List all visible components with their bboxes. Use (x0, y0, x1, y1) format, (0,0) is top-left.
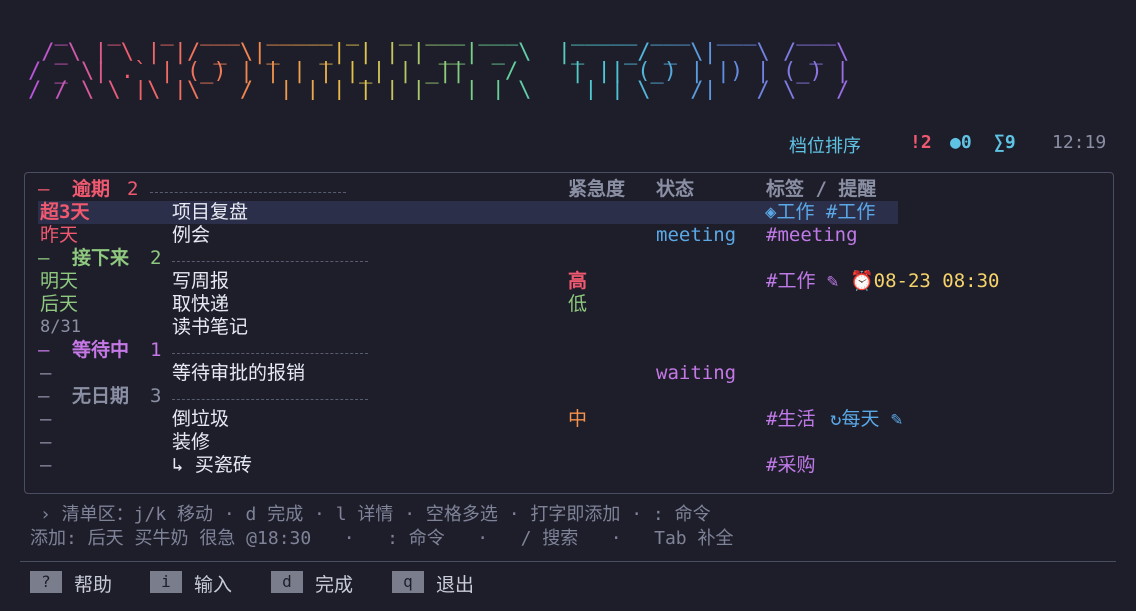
task-title: 倒垃圾 (172, 408, 230, 430)
task-title: 读书笔记 (172, 316, 249, 338)
help-label[interactable]: 帮助 (74, 570, 112, 597)
task-urgency: 高 (568, 270, 588, 292)
column-tags: 标签 / 提醒 (766, 178, 877, 200)
task-date: 8/31 (40, 317, 81, 337)
task-tags: #采购 (766, 454, 816, 476)
section-header-upcoming[interactable]: — 接下来 2 (38, 247, 1098, 270)
quit-key[interactable]: q (392, 571, 424, 593)
section-header-waiting[interactable]: — 等待中 1 (38, 339, 1098, 362)
section-prefix: — (38, 385, 50, 407)
task-state: meeting (656, 224, 737, 246)
section-prefix: — (38, 247, 50, 269)
quit-label[interactable]: 退出 (436, 570, 474, 597)
task-date: 昨天 (40, 224, 79, 246)
task-row[interactable]: 8/31 读书笔记 (38, 316, 1098, 339)
task-date: — (40, 408, 52, 430)
section-prefix: — (38, 178, 50, 200)
section-header-overdue[interactable]: — 逾期 2 紧急度 状态 标签 / 提醒 (38, 178, 1098, 201)
overdue-count-badge: !2 (910, 132, 932, 153)
task-row[interactable]: — ↳ 买瓷砖 #采购 (38, 454, 1098, 477)
task-date: 明天 (40, 270, 79, 292)
section-title: 等待中 (72, 339, 130, 361)
section-count: 2 (127, 178, 139, 200)
total-count-badge: ∑9 (994, 132, 1016, 153)
task-title: 项目复盘 (172, 201, 249, 223)
task-row[interactable]: 后天 取快递 低 (38, 293, 1098, 316)
task-date: 超3天 (40, 201, 90, 223)
task-row[interactable]: 超3天 项目复盘 ◈工作 #工作 (38, 201, 898, 224)
section-divider (150, 192, 346, 193)
task-row[interactable]: 昨天 例会 meeting #meeting (38, 224, 1098, 247)
task-date: — (40, 431, 52, 453)
clock: 12:19 (1052, 132, 1107, 153)
section-title: 逾期 (72, 178, 111, 200)
section-count: 3 (150, 385, 162, 407)
section-header-no-date[interactable]: — 无日期 3 (38, 385, 1098, 408)
input-key[interactable]: i (150, 571, 182, 593)
input-label[interactable]: 输入 (194, 570, 232, 597)
task-row[interactable]: 明天 写周报 高 #工作 ✎ ⏰08-23 08:30 (38, 270, 1098, 293)
done-label[interactable]: 完成 (315, 570, 353, 597)
section-title: 无日期 (72, 385, 130, 407)
sort-mode[interactable]: 档位排序 (789, 132, 861, 158)
section-prefix: — (38, 339, 50, 361)
task-row[interactable]: — 倒垃圾 中 #生活 ↻每天 ✎ (38, 408, 1098, 431)
task-tags: #meeting (766, 224, 858, 246)
section-divider (172, 399, 368, 400)
task-urgency: 低 (568, 293, 588, 315)
task-urgency: 中 (568, 408, 588, 430)
task-title: 写周报 (172, 270, 230, 292)
section-divider (172, 261, 368, 262)
task-title: 等待审批的报销 (172, 362, 306, 384)
task-date: — (40, 454, 52, 476)
task-tags: ◈工作 #工作 (765, 201, 876, 223)
task-tags: #生活 (766, 408, 816, 430)
task-date: — (40, 362, 52, 384)
help-key[interactable]: ? (30, 571, 62, 593)
section-title: 接下来 (72, 247, 130, 269)
footer-divider (20, 561, 1116, 562)
section-count: 2 (150, 247, 162, 269)
active-count-badge: ●0 (950, 132, 972, 153)
task-row[interactable]: — 装修 (38, 431, 1098, 454)
task-title: ↳ 买瓷砖 (172, 454, 252, 476)
task-title: 例会 (172, 224, 211, 246)
task-tags: #工作 ✎ (766, 270, 839, 292)
task-title: 取快递 (172, 293, 230, 315)
keyboard-hint: › 清单区：j/k 移动 · d 完成 · l 详情 · 空格多选 · 打字即添… (40, 504, 711, 525)
section-count: 1 (150, 339, 162, 361)
task-reminder: ⏰08-23 08:30 (850, 270, 1000, 292)
done-key[interactable]: d (271, 571, 303, 593)
column-urgency: 紧急度 (568, 178, 626, 200)
section-divider (172, 353, 368, 354)
task-repeat: ↻每天 ✎ (830, 408, 903, 430)
task-state: waiting (656, 362, 737, 384)
task-row[interactable]: — 等待审批的报销 waiting (38, 362, 1098, 385)
app-title-banner: _ _ _ ___ _____ _ _ ___ ___ _____ ___ __… (28, 21, 850, 103)
task-title: 装修 (172, 431, 211, 453)
input-hint: 添加: 后天 买牛奶 很急 @18:30 · : 命令 · / 搜索 · Tab… (30, 528, 734, 549)
task-date: 后天 (40, 293, 79, 315)
column-state: 状态 (656, 178, 695, 200)
status-bar: 档位排序 !2 ●0 ∑9 12:19 (0, 132, 1136, 158)
